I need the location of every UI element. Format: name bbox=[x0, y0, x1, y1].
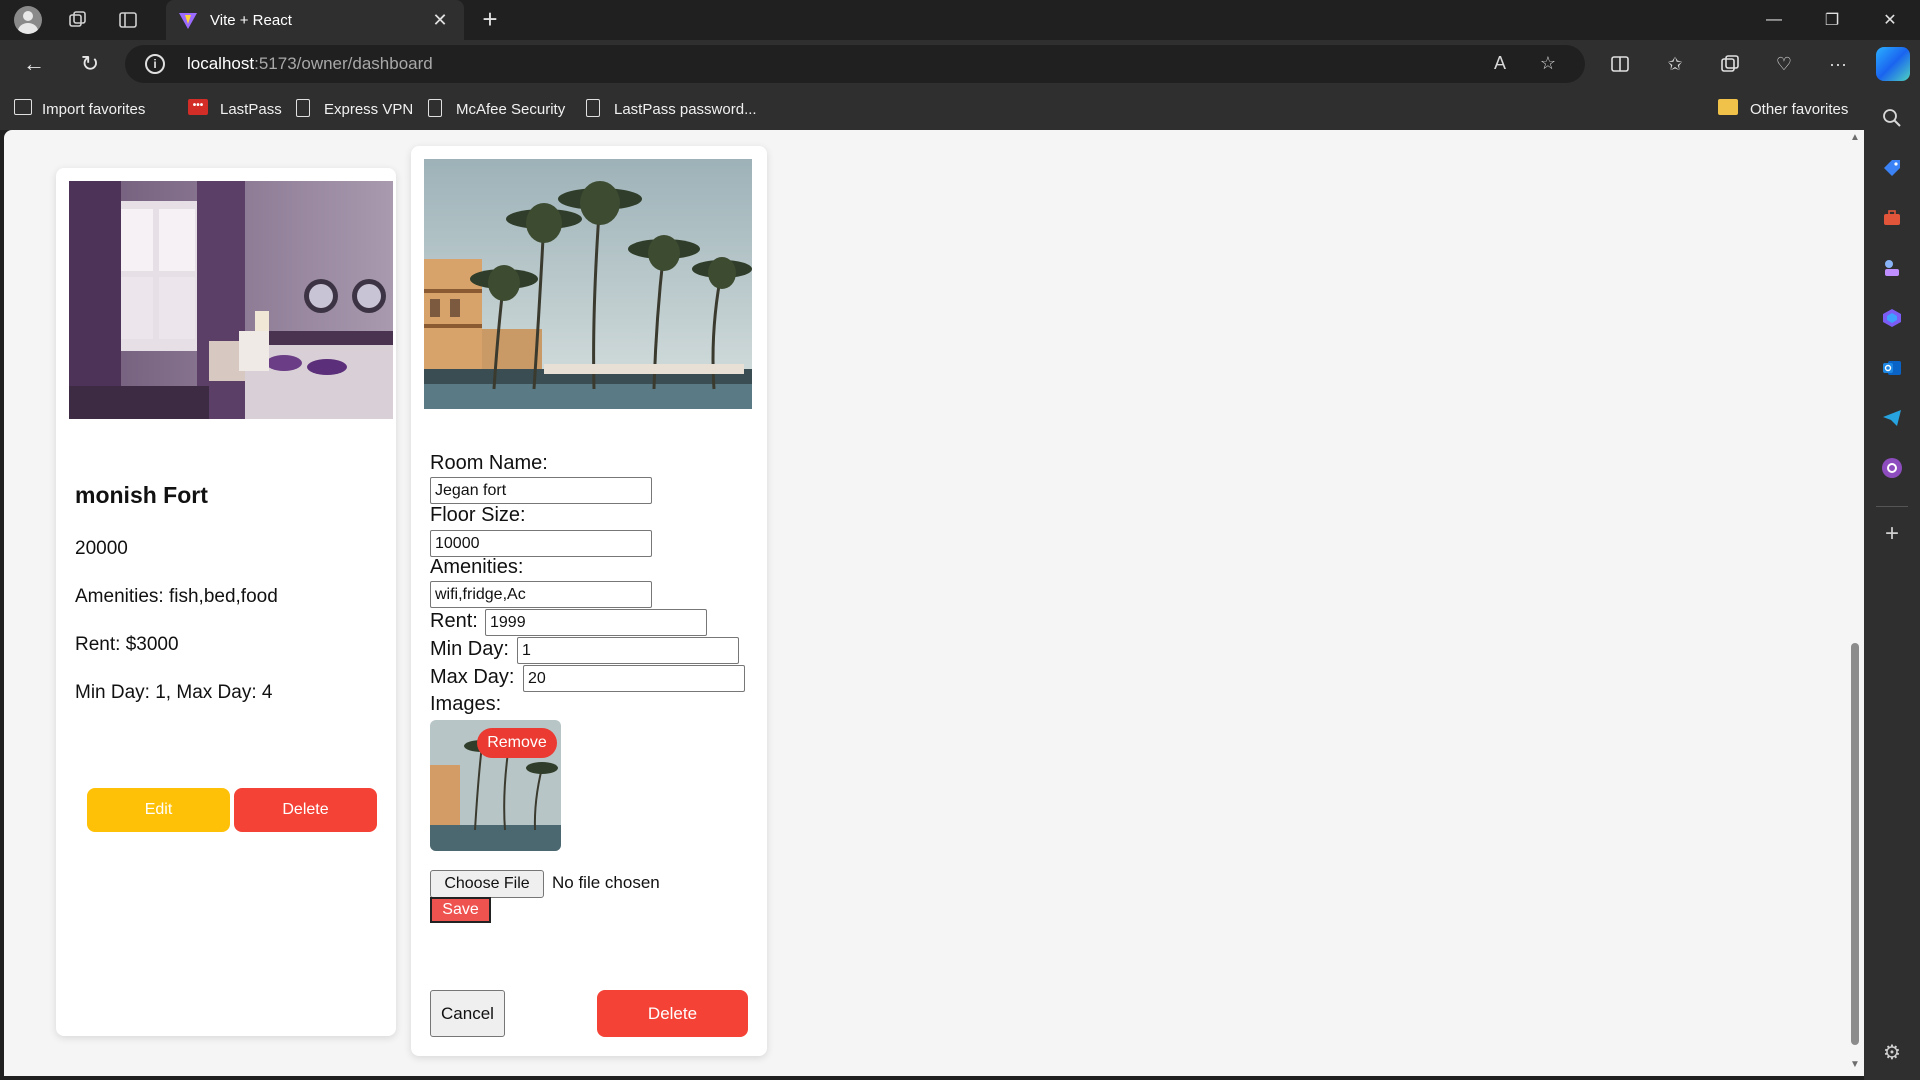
read-aloud-icon[interactable]: A bbox=[1488, 53, 1512, 74]
tools-briefcase-icon[interactable] bbox=[1880, 206, 1904, 230]
delete-room-button[interactable]: Delete bbox=[597, 990, 748, 1037]
copilot-icon[interactable] bbox=[1876, 47, 1910, 81]
scroll-down-icon[interactable]: ▼ bbox=[1850, 1060, 1860, 1070]
page-icon bbox=[428, 99, 446, 119]
no-file-text: No file chosen bbox=[552, 873, 660, 892]
vite-favicon-icon bbox=[179, 13, 197, 29]
favorite-mcafee[interactable]: McAfee Security bbox=[428, 98, 565, 120]
browser-tab[interactable]: Vite + React ✕ bbox=[166, 0, 464, 40]
room-card: monish Fort 20000 Amenities: fish,bed,fo… bbox=[56, 168, 396, 1036]
other-favorites-label: Other favorites bbox=[1750, 100, 1849, 118]
delete-button[interactable]: Delete bbox=[234, 788, 377, 832]
max-day-input[interactable] bbox=[523, 665, 745, 692]
settings-gear-icon[interactable]: ⚙ bbox=[1880, 1040, 1904, 1064]
cancel-button[interactable]: Cancel bbox=[430, 990, 505, 1037]
browser-essentials-icon[interactable]: ♡ bbox=[1766, 48, 1802, 80]
sidebar-divider bbox=[1876, 506, 1908, 507]
floor-size-input[interactable] bbox=[430, 530, 652, 557]
room-days: Min Day: 1, Max Day: 4 bbox=[75, 682, 273, 703]
outlook-icon[interactable] bbox=[1880, 356, 1904, 380]
images-label: Images: bbox=[430, 693, 502, 715]
room-name: monish Fort bbox=[75, 482, 208, 508]
rent-label: Rent: bbox=[430, 610, 478, 632]
save-button[interactable]: Save bbox=[430, 897, 491, 923]
url-host: localhost bbox=[187, 54, 255, 73]
search-icon[interactable] bbox=[1880, 106, 1904, 130]
edge-sidebar: + ⚙ bbox=[1864, 88, 1920, 1080]
new-tab-icon[interactable]: + bbox=[474, 4, 506, 36]
telegram-send-icon[interactable] bbox=[1880, 406, 1904, 430]
room-price: 20000 bbox=[75, 538, 128, 559]
favorite-label: LastPass password... bbox=[614, 100, 757, 118]
favorites-bar: Import favorites ••• LastPass Express VP… bbox=[0, 88, 1920, 130]
floor-size-label: Floor Size: bbox=[430, 504, 526, 526]
amenities-label: Amenities: bbox=[430, 556, 524, 578]
microsoft-365-icon[interactable] bbox=[1880, 306, 1904, 330]
min-day-label: Min Day: bbox=[430, 638, 509, 660]
favorite-import[interactable]: Import favorites bbox=[14, 98, 145, 120]
scroll-up-icon[interactable]: ▲ bbox=[1850, 133, 1860, 143]
more-menu-icon[interactable]: ··· bbox=[1820, 48, 1856, 80]
scroll-thumb[interactable] bbox=[1851, 643, 1859, 1045]
room-bedroom-image bbox=[69, 181, 393, 419]
url-path: :5173/owner/dashboard bbox=[254, 54, 433, 73]
workspaces-icon[interactable] bbox=[62, 4, 94, 36]
favorites-icon[interactable]: ✩ bbox=[1657, 48, 1693, 80]
favorite-lastpass[interactable]: ••• LastPass bbox=[188, 98, 282, 120]
page-viewport: monish Fort 20000 Amenities: fish,bed,fo… bbox=[4, 130, 1864, 1076]
other-favorites[interactable]: Other favorites bbox=[1718, 98, 1848, 120]
tab-title: Vite + React bbox=[210, 11, 292, 29]
shopping-tag-icon[interactable] bbox=[1880, 156, 1904, 180]
navigation-bar: ← ↻ i localhost:5173/owner/dashboard A ☆… bbox=[0, 40, 1920, 88]
room-name-label: Room Name: bbox=[430, 452, 548, 474]
room-resort-image bbox=[424, 159, 752, 409]
room-name-input[interactable] bbox=[430, 477, 652, 504]
url-text[interactable]: localhost:5173/owner/dashboard bbox=[187, 54, 433, 74]
page-icon bbox=[586, 99, 604, 119]
image-thumbnail: Remove bbox=[430, 720, 561, 851]
address-bar[interactable]: i localhost:5173/owner/dashboard A ☆ bbox=[125, 45, 1585, 83]
rent-input[interactable] bbox=[485, 609, 707, 636]
refresh-icon[interactable]: ↻ bbox=[72, 48, 108, 80]
amenities-input[interactable] bbox=[430, 581, 652, 608]
collections-icon[interactable] bbox=[1712, 48, 1748, 80]
close-tab-icon[interactable]: ✕ bbox=[428, 10, 452, 31]
browser-title-bar: Vite + React ✕ + ― ❐ ✕ bbox=[0, 0, 1920, 40]
min-day-input[interactable] bbox=[517, 637, 739, 664]
restore-icon[interactable]: ❐ bbox=[1804, 0, 1860, 40]
import-favorites-icon bbox=[14, 99, 32, 119]
choose-file-button[interactable]: Choose File bbox=[430, 870, 544, 898]
favorite-express-vpn[interactable]: Express VPN bbox=[296, 98, 413, 120]
room-rent: Rent: $3000 bbox=[75, 634, 179, 655]
page-icon bbox=[296, 99, 314, 119]
site-info-icon[interactable]: i bbox=[145, 54, 165, 74]
room-amenities: Amenities: fish,bed,food bbox=[75, 586, 278, 607]
close-window-icon[interactable]: ✕ bbox=[1862, 0, 1918, 40]
profile-icon[interactable] bbox=[12, 4, 44, 36]
split-screen-icon[interactable] bbox=[1602, 48, 1638, 80]
favorite-label: Import favorites bbox=[42, 100, 146, 118]
favorite-label: Express VPN bbox=[324, 100, 414, 118]
page-scrollbar[interactable]: ▲ ▼ bbox=[1846, 130, 1864, 1076]
games-icon[interactable] bbox=[1880, 256, 1904, 280]
edit-button[interactable]: Edit bbox=[87, 788, 230, 832]
favorite-star-icon[interactable]: ☆ bbox=[1536, 53, 1560, 74]
favorite-label: McAfee Security bbox=[456, 100, 566, 118]
office-circle-icon[interactable] bbox=[1880, 456, 1904, 480]
max-day-label: Max Day: bbox=[430, 666, 515, 688]
tab-actions-icon[interactable] bbox=[112, 4, 144, 36]
lastpass-icon: ••• bbox=[188, 99, 210, 119]
back-icon[interactable]: ← bbox=[16, 48, 52, 80]
folder-icon bbox=[1718, 99, 1740, 119]
room-edit-card: Room Name: Floor Size: Amenities: Rent: … bbox=[411, 146, 767, 1056]
favorite-lastpass-password[interactable]: LastPass password... bbox=[586, 98, 757, 120]
favorite-label: LastPass bbox=[220, 100, 282, 118]
add-sidebar-app-icon[interactable]: + bbox=[1880, 520, 1904, 547]
remove-image-button[interactable]: Remove bbox=[477, 728, 557, 758]
minimize-icon[interactable]: ― bbox=[1746, 0, 1802, 40]
